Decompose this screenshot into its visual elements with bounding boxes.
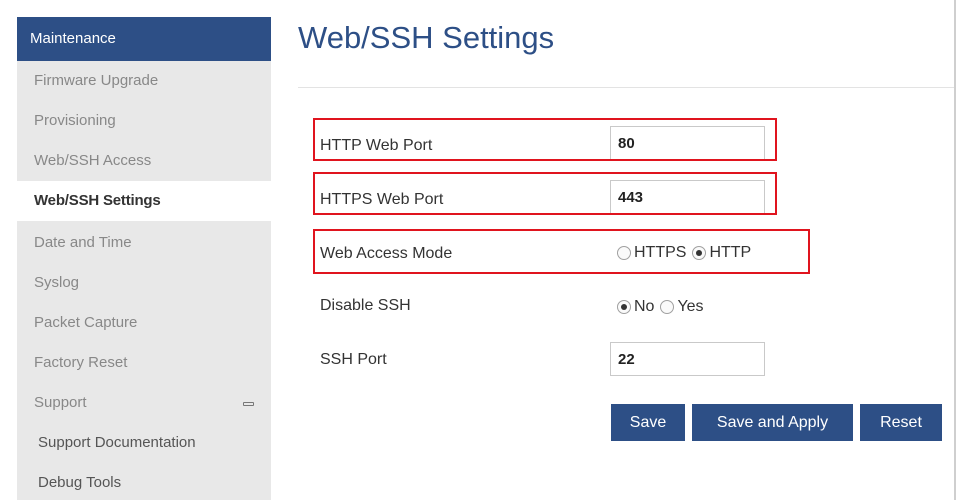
sidebar-item-debug-tools[interactable]: Debug Tools [17, 463, 271, 503]
radio-https-label: HTTPS [634, 244, 687, 261]
sidebar-header: Maintenance [17, 17, 271, 61]
sidebar-item-factory-reset[interactable]: Factory Reset [17, 343, 271, 383]
web-access-mode-radio-group: HTTPS HTTP [617, 244, 757, 262]
web-access-mode-label: Web Access Mode [320, 245, 453, 262]
radio-yes[interactable] [660, 300, 675, 314]
sidebar-item-web-ssh-access[interactable]: Web/SSH Access [17, 141, 271, 181]
disable-ssh-radio-group: No Yes [617, 298, 710, 316]
sidebar-item-provisioning[interactable]: Provisioning [17, 101, 271, 141]
sidebar-item-packet-capture[interactable]: Packet Capture [17, 303, 271, 343]
ssh-port-input[interactable] [610, 342, 765, 376]
ssh-port-label: SSH Port [320, 351, 387, 368]
save-and-apply-button[interactable]: Save and Apply [692, 404, 853, 441]
page-title: Web/SSH Settings [298, 20, 555, 55]
radio-http[interactable] [692, 246, 707, 260]
https-port-input[interactable] [610, 180, 765, 214]
http-port-label: HTTP Web Port [320, 137, 433, 154]
radio-no-label: No [634, 298, 655, 315]
sidebar-item-web-ssh-settings[interactable]: Web/SSH Settings [17, 181, 271, 221]
radio-http-label: HTTP [709, 244, 752, 261]
collapse-icon[interactable] [243, 402, 254, 406]
sidebar-item-support[interactable]: Support [17, 383, 271, 423]
sidebar-item-date-and-time[interactable]: Date and Time [17, 223, 271, 263]
sidebar-item-syslog[interactable]: Syslog [17, 263, 271, 303]
radio-https[interactable] [617, 246, 631, 260]
save-button[interactable]: Save [611, 404, 685, 441]
reset-button[interactable]: Reset [860, 404, 942, 441]
radio-no[interactable] [617, 300, 631, 314]
title-divider [298, 87, 954, 88]
sidebar-item-label: Support [34, 394, 87, 411]
sidebar: Maintenance Firmware Upgrade Provisionin… [17, 17, 271, 500]
sidebar-item-firmware-upgrade[interactable]: Firmware Upgrade [17, 61, 271, 101]
http-port-input[interactable] [610, 126, 765, 160]
sidebar-item-support-documentation[interactable]: Support Documentation [17, 423, 271, 463]
disable-ssh-label: Disable SSH [320, 297, 411, 314]
https-port-label: HTTPS Web Port [320, 191, 444, 208]
radio-yes-label: Yes [677, 298, 704, 315]
